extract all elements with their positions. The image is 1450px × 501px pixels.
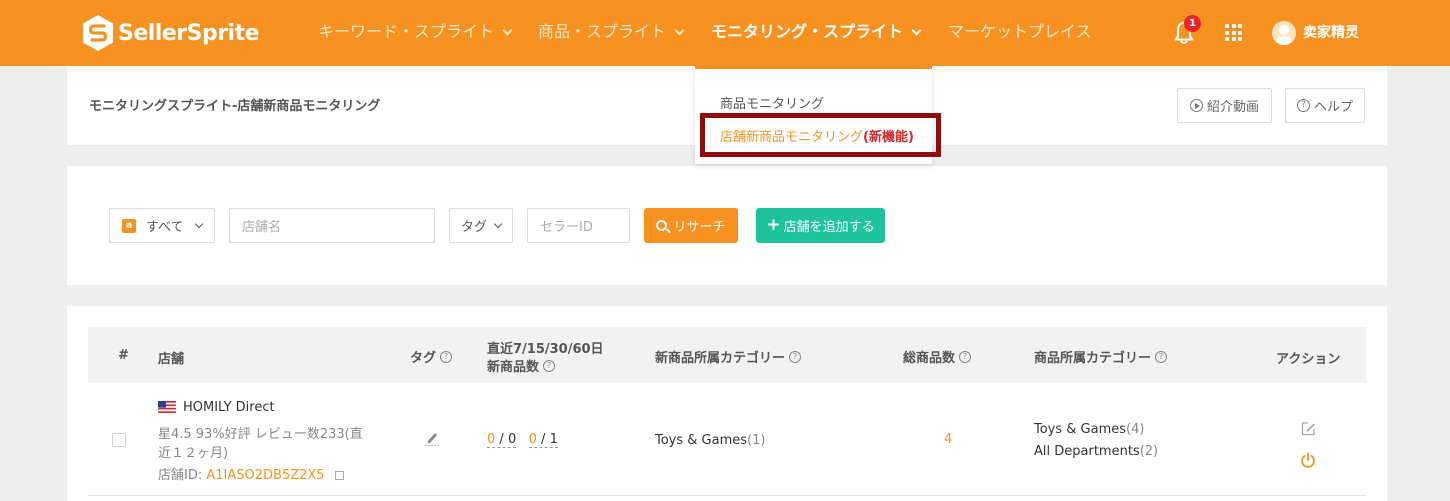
- avatar[interactable]: [1272, 21, 1296, 45]
- question-circle-icon[interactable]: ?: [959, 350, 972, 363]
- marketplace-value: すべて: [146, 220, 184, 235]
- question-circle-icon[interactable]: ?: [543, 359, 556, 372]
- sellersprite-logo[interactable]: SellerSprite: [82, 14, 260, 52]
- nav-keyword-sprite[interactable]: キーワード・スプライト: [318, 20, 513, 44]
- question-circle-icon[interactable]: ?: [1155, 350, 1168, 363]
- nav-monitoring-sprite-label: モニタリング・スプライト: [711, 22, 904, 41]
- nav-keyword-sprite-label: キーワード・スプライト: [318, 22, 495, 41]
- col-store: 店舗: [158, 352, 185, 367]
- category-name: All Departments: [1034, 444, 1140, 459]
- add-store-button[interactable]: + 店舗を追加する: [756, 208, 885, 243]
- store-id-label: 店舗ID:: [158, 468, 203, 483]
- nav-monitoring-sprite[interactable]: モニタリング・スプライト: [711, 20, 922, 44]
- category-name: Toys & Games: [1034, 422, 1127, 437]
- col-new-category-label: 新商品所属カテゴリー: [655, 351, 786, 366]
- power-icon[interactable]: [1300, 452, 1316, 468]
- seller-id-input[interactable]: セラーID: [527, 208, 630, 243]
- intro-video-label: 紹介動画: [1206, 100, 1259, 115]
- tag-select-value: タグ: [461, 220, 488, 235]
- col-new-category: 新商品所属カテゴリー ?: [655, 347, 802, 366]
- external-link-icon[interactable]: [334, 471, 344, 480]
- col-category-label: 商品所属カテゴリー: [1034, 351, 1152, 366]
- total-products-value[interactable]: 4: [944, 432, 952, 447]
- new-7-value: 0: [487, 432, 496, 447]
- marketplace-select[interactable]: a すべて: [109, 208, 215, 243]
- col-new-products: 新商品数 ?: [487, 356, 556, 375]
- new-60-value: 1: [549, 432, 558, 447]
- col-action: アクション: [1276, 352, 1341, 367]
- filter-panel: a すべて 店舗名 タグ セラーID リサーチ + 店舗を追加する: [67, 166, 1387, 285]
- store-id-link[interactable]: A1IASO2DB5Z2X5: [206, 468, 324, 483]
- store-meta: 星4.5 93%好評 レビュー数233(直: [158, 427, 363, 442]
- tag-select[interactable]: タグ: [449, 208, 513, 243]
- category-item[interactable]: Toys & Games(4): [1034, 422, 1144, 437]
- col-total-products-label: 総商品数: [903, 351, 956, 366]
- menu-item-product-monitoring[interactable]: 商品モニタリング: [720, 93, 824, 112]
- col-index: #: [118, 348, 129, 363]
- store-meta-cont: 近１２ヶ月): [158, 446, 229, 461]
- apps-grid-icon[interactable]: [1225, 24, 1242, 41]
- nav-product-sprite-label: 商品・スプライト: [538, 22, 667, 41]
- logo-mark-icon: [83, 15, 113, 51]
- col-tag-label: タグ: [410, 351, 437, 366]
- new-30-value: 0: [528, 432, 537, 447]
- category-count: (4): [1126, 422, 1145, 437]
- store-name-placeholder: 店舗名: [242, 220, 282, 235]
- highlight-annotation-box: [700, 113, 941, 157]
- new-7-15-counts[interactable]: 0 / 0: [487, 432, 517, 448]
- chevron-down-icon: [493, 219, 503, 228]
- search-icon: [656, 220, 668, 231]
- notification-badge: 1: [1184, 15, 1201, 32]
- col-category: 商品所属カテゴリー ?: [1034, 347, 1168, 366]
- category-count: (2): [1139, 444, 1159, 459]
- new-15-value: 0: [507, 432, 517, 447]
- new-category-cell[interactable]: Toys & Games(1): [655, 433, 765, 448]
- store-name[interactable]: HOMILY Direct: [183, 400, 275, 415]
- seller-id-placeholder: セラーID: [540, 220, 593, 235]
- chevron-down-icon: [674, 25, 685, 35]
- help-button[interactable]: ? ヘルプ: [1285, 88, 1365, 123]
- intro-video-button[interactable]: 紹介動画: [1177, 88, 1272, 123]
- new-category-name: Toys & Games: [655, 433, 748, 448]
- breadcrumb: モニタリングスプライト-店舗新商品モニタリング: [89, 99, 381, 114]
- search-button[interactable]: リサーチ: [644, 208, 738, 243]
- new-products-counts: 0 / 0 0 / 1: [487, 432, 558, 448]
- brand-name: SellerSprite: [118, 20, 260, 46]
- category-item[interactable]: All Departments(2): [1034, 444, 1158, 459]
- row-checkbox[interactable]: [112, 433, 126, 447]
- edit-icon[interactable]: [1301, 421, 1316, 436]
- col-new-products-label: 新商品数: [487, 360, 540, 375]
- new-category-count: (1): [747, 433, 766, 448]
- search-button-label: リサーチ: [673, 220, 726, 235]
- col-tag: タグ ?: [410, 347, 453, 366]
- row-divider: [88, 495, 1366, 496]
- nav-marketplace[interactable]: マーケットプレイス: [948, 20, 1092, 44]
- help-label: ヘルプ: [1313, 100, 1353, 115]
- question-circle-icon[interactable]: ?: [789, 350, 802, 363]
- question-circle-icon[interactable]: ?: [440, 350, 453, 363]
- question-circle-icon: ?: [1296, 99, 1310, 112]
- chevron-down-icon: [502, 25, 513, 35]
- us-flag-icon: [158, 401, 176, 413]
- nav-product-sprite[interactable]: 商品・スプライト: [538, 20, 685, 44]
- add-store-label: 店舗を追加する: [783, 220, 875, 235]
- col-total-products: 総商品数 ?: [903, 347, 972, 366]
- plus-icon: +: [766, 215, 781, 235]
- nav-marketplace-label: マーケットプレイス: [948, 22, 1092, 41]
- user-name[interactable]: 卖家精灵: [1303, 22, 1359, 42]
- pencil-icon[interactable]: [425, 430, 439, 446]
- store-name-input[interactable]: 店舗名: [229, 208, 435, 243]
- play-circle-icon: [1189, 99, 1203, 112]
- top-navigation-bar: SellerSprite キーワード・スプライト 商品・スプライト モニタリング…: [0, 0, 1450, 66]
- amazon-icon: a: [122, 218, 136, 233]
- chevron-down-icon: [911, 25, 922, 35]
- store-id-row: 店舗ID: A1IASO2DB5Z2X5: [158, 464, 344, 483]
- chevron-down-icon: [194, 219, 204, 228]
- col-new-products-line1: 直近7/15/30/60日: [487, 342, 604, 357]
- new-30-60-counts[interactable]: 0 / 1: [528, 432, 558, 448]
